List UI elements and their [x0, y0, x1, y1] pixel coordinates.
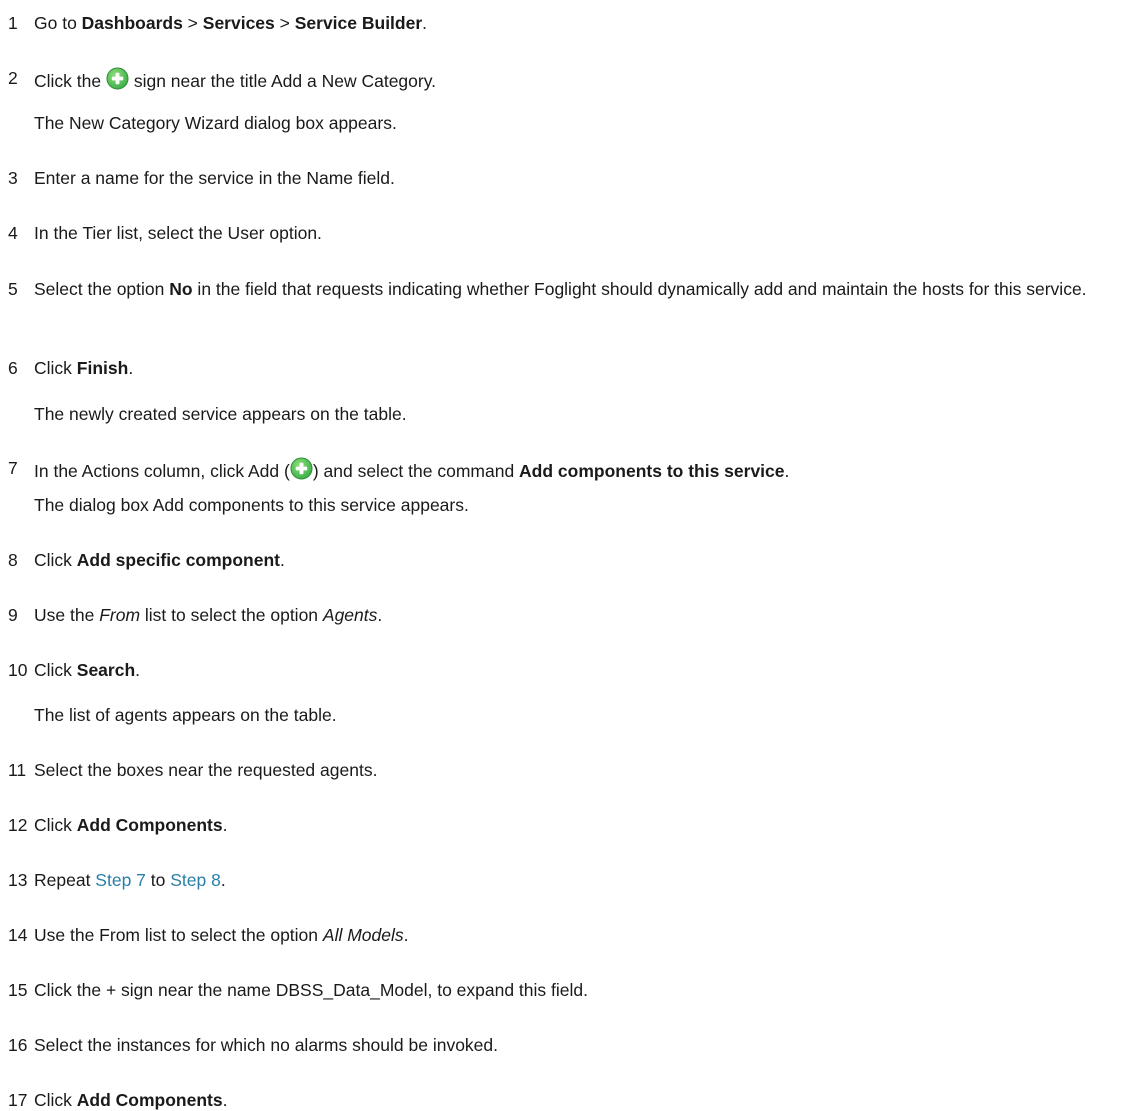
step-text: Repeat Step 7 to Step 8.	[34, 869, 1107, 891]
step-text: Enter a name for the service in the Name…	[34, 167, 1107, 189]
text-run: .	[222, 815, 228, 835]
text-run: sign near the title Add a New Category.	[128, 71, 437, 91]
text-run: .	[403, 925, 409, 945]
text-run: Use the	[34, 605, 100, 625]
text-run: Enter a name for the service in the Name…	[34, 168, 395, 188]
step-text: Click Add Components.	[34, 814, 1107, 836]
text-run: .	[222, 1090, 228, 1110]
text-run: .	[422, 13, 428, 33]
step-text: Use the From list to select the option A…	[34, 924, 1107, 946]
plus-icon	[106, 67, 129, 90]
text-run: in the field that requests indicating wh…	[192, 279, 1087, 299]
step-text: Click the sign near the title Add a New …	[34, 67, 1107, 92]
text-run: Select the option	[34, 279, 170, 299]
text-run: ) and select the command	[312, 461, 520, 481]
bold-term: Services	[202, 13, 275, 33]
bold-term: No	[169, 279, 193, 299]
text-run: In the Actions column, click Add (	[34, 461, 290, 481]
text-run: Repeat	[34, 870, 96, 890]
step-link[interactable]: Step 8	[170, 870, 221, 890]
bold-term: Add Components	[76, 1090, 223, 1110]
text-run: Click	[34, 550, 77, 570]
step-text: Click the + sign near the name DBSS_Data…	[34, 979, 1107, 1001]
step-text: Click Add specific component.	[34, 549, 1107, 571]
bold-term: Service Builder	[294, 13, 423, 33]
step-text: Click Search.	[34, 659, 1107, 681]
step-text: In the Actions column, click Add ( ) and …	[34, 457, 1107, 482]
step-text: Select the option No in the field that r…	[34, 278, 1107, 300]
step-note: The New Category Wizard dialog box appea…	[34, 113, 397, 133]
step-note: The dialog box Add components to this se…	[34, 495, 469, 515]
text-run: Use the From list to select the option	[34, 925, 323, 945]
bold-term: Add Components	[76, 815, 223, 835]
step-text: Click Add Components.	[34, 1089, 1107, 1111]
italic-term: All Models	[322, 925, 404, 945]
bold-term: Dashboards	[81, 13, 183, 33]
text-run: >	[182, 13, 203, 33]
text-run: Click	[34, 660, 77, 680]
step-text: Select the instances for which no alarms…	[34, 1034, 1107, 1056]
text-run: Click	[34, 815, 77, 835]
text-run: Click the + sign near the name DBSS_Data…	[34, 980, 588, 1000]
text-run: Click	[34, 358, 77, 378]
step-text: Use the From list to select the option A…	[34, 604, 1107, 626]
text-run: Select the boxes near the requested agen…	[34, 760, 378, 780]
text-run: In the Tier list, select the User option…	[34, 223, 322, 243]
text-run: list to select the option	[140, 605, 323, 625]
step-note: The list of agents appears on the table.	[34, 705, 337, 725]
italic-term: Agents	[322, 605, 378, 625]
text-run: .	[377, 605, 383, 625]
procedure-page: 1 Go to Dashboards > Services > Service …	[0, 0, 1121, 1110]
text-run: Click	[34, 1090, 77, 1110]
text-run: .	[128, 358, 134, 378]
text-run: Go to	[34, 13, 82, 33]
step-text: Click Finish.	[34, 357, 1107, 379]
text-run: to	[145, 870, 171, 890]
bold-term: Finish	[76, 358, 129, 378]
plus-icon	[290, 457, 313, 480]
bold-term: Add specific component	[76, 550, 280, 570]
text-run: Click the	[34, 71, 106, 91]
text-run: .	[280, 550, 285, 570]
italic-term: From	[99, 605, 141, 625]
text-run: >	[274, 13, 295, 33]
text-run: .	[784, 461, 790, 481]
step-text: Select the boxes near the requested agen…	[34, 759, 1107, 781]
step-text: Go to Dashboards > Services > Service Bu…	[34, 12, 1107, 34]
text-run: .	[220, 870, 226, 890]
step-link[interactable]: Step 7	[95, 870, 146, 890]
text-run: Select the instances for which no alarms…	[34, 1035, 499, 1055]
text-run: .	[135, 660, 141, 680]
bold-term: Add components to this service	[519, 461, 785, 481]
step-text: In the Tier list, select the User option…	[34, 222, 1107, 244]
bold-term: Search	[76, 660, 136, 680]
step-note: The newly created service appears on the…	[34, 404, 407, 424]
